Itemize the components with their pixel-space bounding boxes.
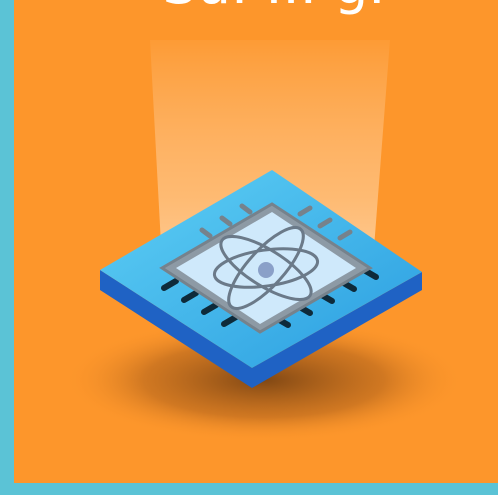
- quantum-chip-illustration: [64, 40, 464, 442]
- atom-nucleus: [258, 262, 274, 278]
- slide-frame: Su. ... g.: [0, 0, 498, 495]
- bottom-border: [0, 483, 498, 495]
- slide-panel: Su. ... g.: [14, 0, 498, 483]
